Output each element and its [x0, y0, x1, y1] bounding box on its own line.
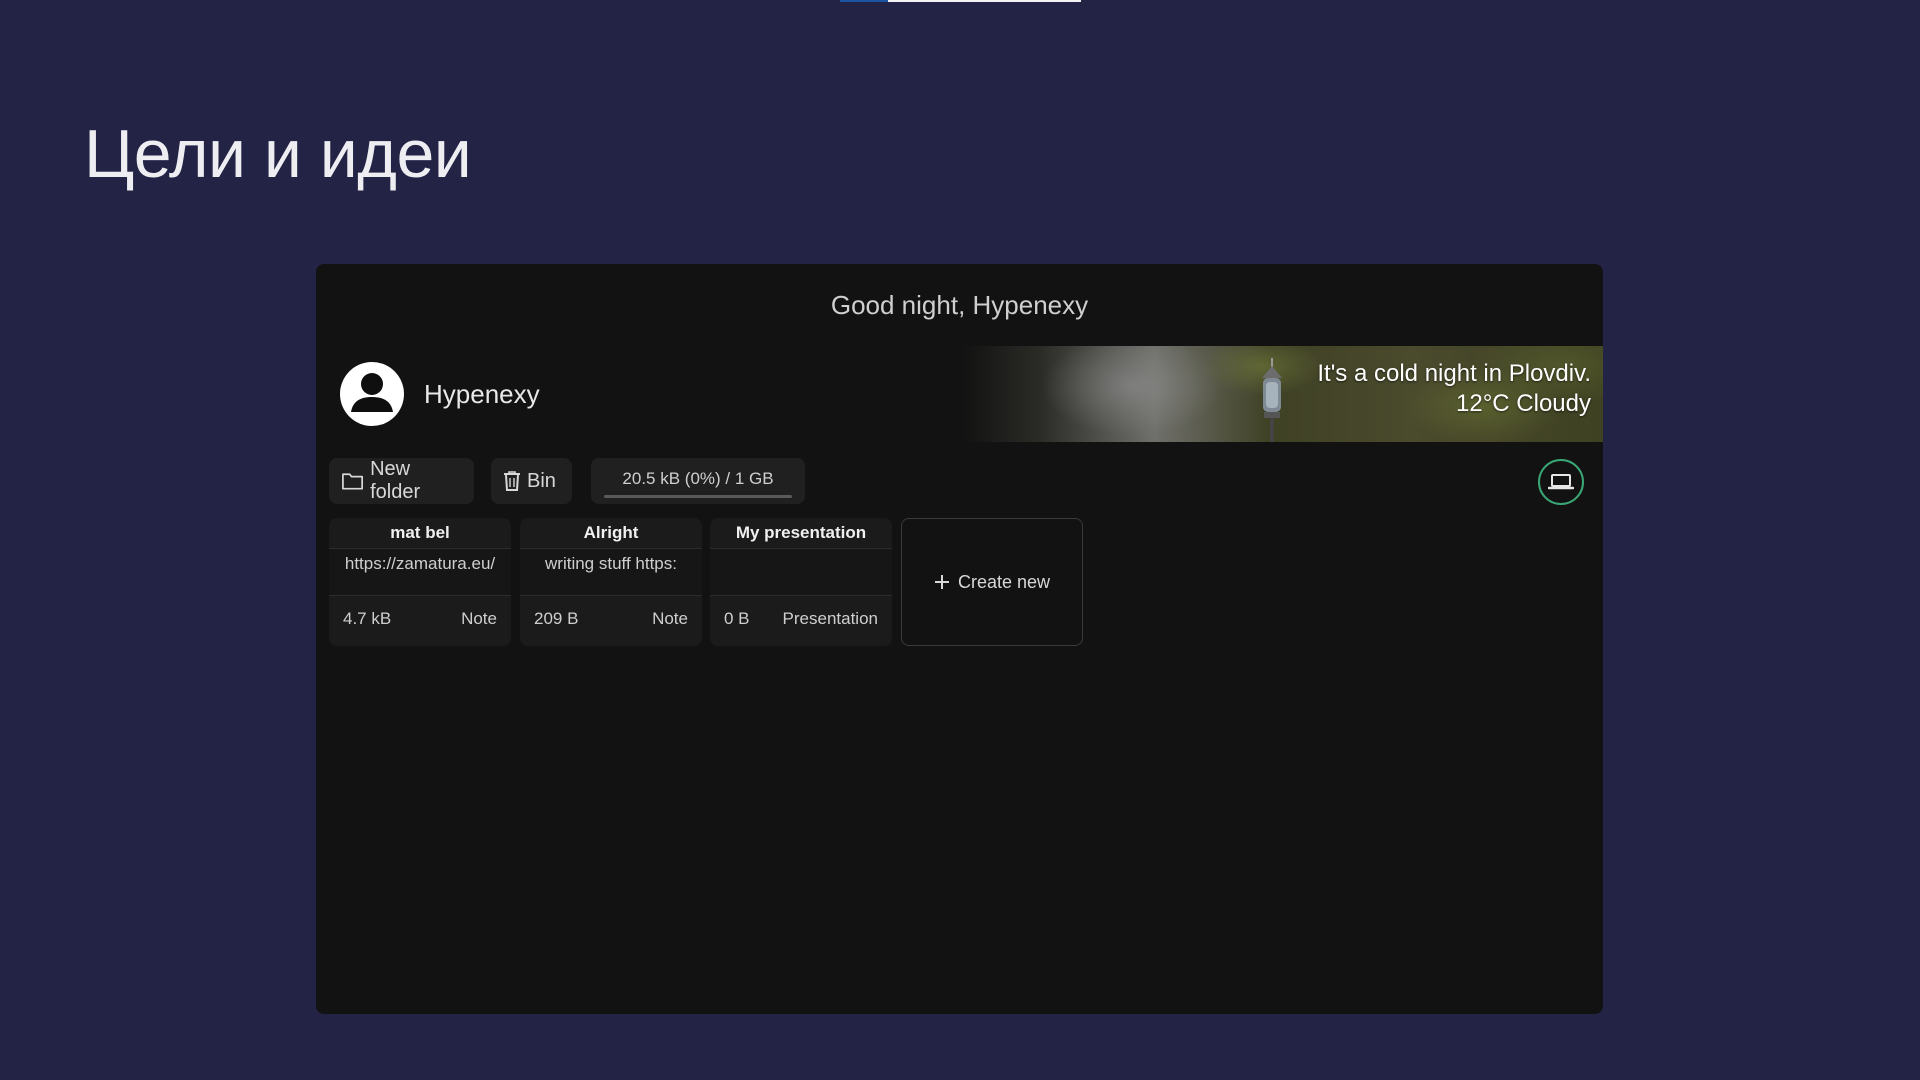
- file-card[interactable]: My presentation 0 B Presentation: [710, 518, 892, 646]
- slide-progress-bar: [840, 0, 1081, 2]
- folder-icon: [342, 473, 364, 490]
- file-name: Alright: [583, 523, 639, 542]
- username: Hypenexy: [424, 379, 540, 409]
- user-avatar-icon[interactable]: [340, 362, 404, 426]
- file-name: mat bel: [390, 523, 450, 542]
- new-folder-label: New folder: [370, 458, 421, 503]
- trash-icon: [504, 471, 520, 491]
- file-preview: https://zamatura.eu/: [329, 548, 511, 596]
- file-preview: [710, 548, 892, 596]
- file-name: My presentation: [735, 523, 867, 542]
- new-folder-button[interactable]: New folder: [329, 458, 474, 504]
- file-type: Presentation: [782, 609, 878, 628]
- street-lamp-image: [1262, 358, 1282, 442]
- file-type: Note: [652, 609, 688, 628]
- file-type: Note: [461, 609, 497, 628]
- storage-usage-label: 20.5 kB (0%) / 1 GB: [622, 469, 774, 488]
- file-card[interactable]: mat bel https://zamatura.eu/ 4.7 kB Note: [329, 518, 511, 646]
- weather-banner: It's a cold night in Plovdiv. 12°C Cloud…: [962, 346, 1603, 442]
- file-size: 209 B: [534, 609, 579, 628]
- file-size: 0 B: [724, 609, 750, 628]
- greeting-text: Good night, Hypenexy: [830, 290, 1089, 320]
- slide-title: Цели и идеи: [84, 116, 472, 192]
- slide-progress-fill: [840, 0, 889, 2]
- file-card[interactable]: Alright writing stuff https: 209 B Note: [520, 518, 702, 646]
- file-preview: writing stuff https:: [520, 548, 702, 596]
- file-size: 4.7 kB: [343, 609, 392, 628]
- weather-line-2: 12°C Cloudy: [1456, 390, 1591, 417]
- bin-label: Bin: [527, 469, 556, 492]
- laptop-icon: [1548, 474, 1574, 490]
- plus-icon: [934, 575, 949, 589]
- create-new-label: Create new: [957, 571, 1051, 592]
- device-button[interactable]: [1538, 459, 1584, 505]
- storage-usage-track: [604, 495, 792, 498]
- app-screenshot: Good night, Hypenexy Hypenexy It's a col…: [316, 264, 1603, 1014]
- weather-line-1: It's a cold night in Plovdiv.: [1317, 360, 1591, 387]
- create-new-button[interactable]: Create new: [901, 518, 1083, 646]
- bin-button[interactable]: Bin: [491, 458, 572, 504]
- storage-usage-meter: 20.5 kB (0%) / 1 GB: [591, 458, 805, 504]
